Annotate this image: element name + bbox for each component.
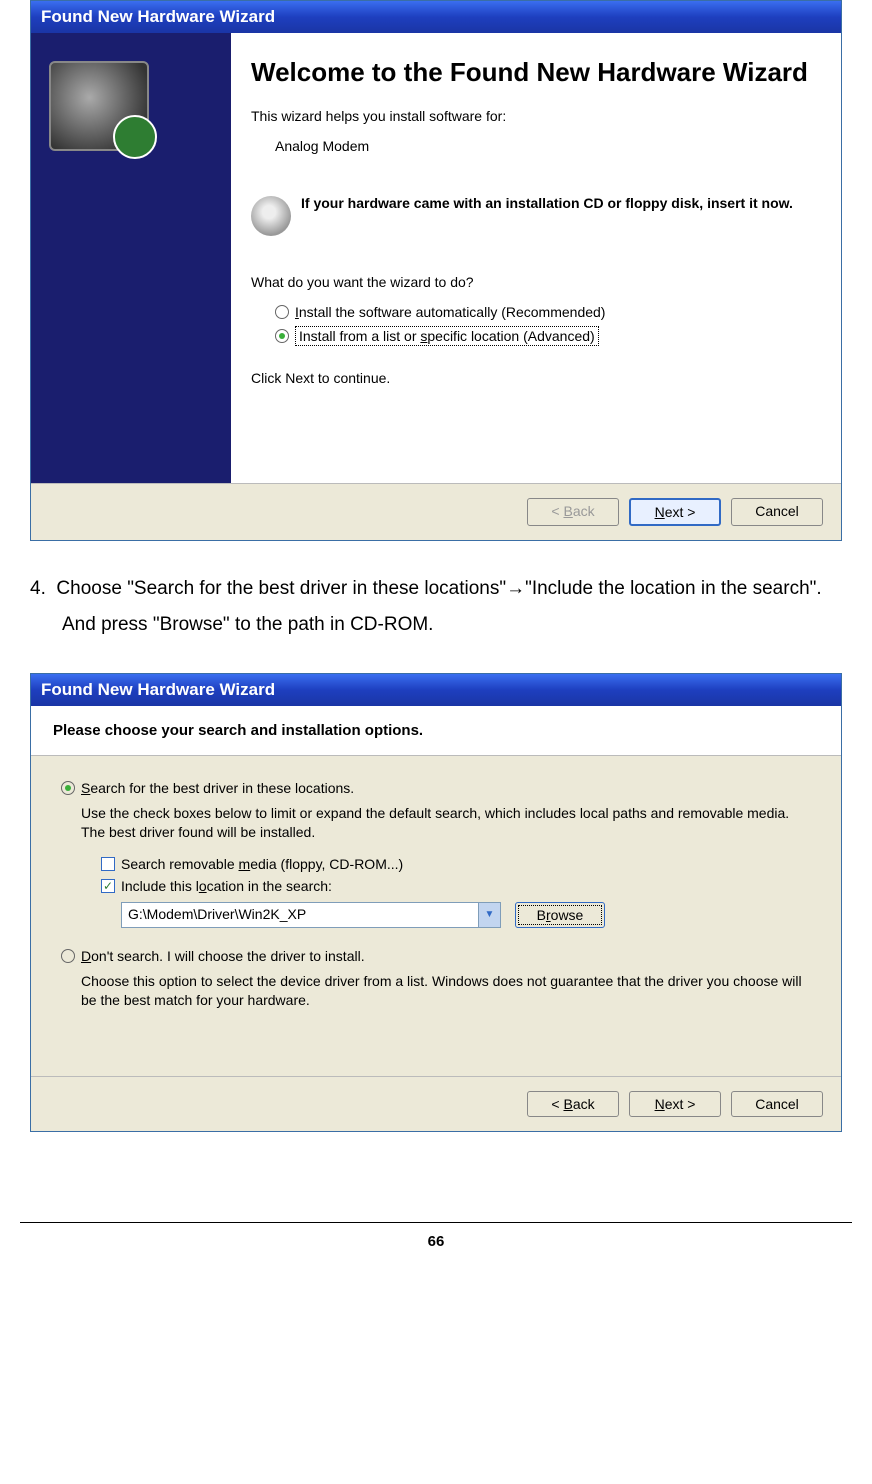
location-path[interactable]: G:\Modem\Driver\Win2K_XP	[122, 903, 478, 927]
wizard-sidebar	[31, 33, 231, 483]
wizard-dialog-welcome: Found New Hardware Wizard Welcome to the…	[30, 0, 842, 541]
next-button[interactable]: Next >	[629, 1091, 721, 1117]
wizard-heading: Welcome to the Found New Hardware Wizard	[251, 57, 817, 88]
search-description: Use the check boxes below to limit or ex…	[81, 804, 811, 842]
browse-button[interactable]: Browse	[515, 902, 605, 928]
checkbox-checked-icon	[101, 879, 115, 893]
wizard-subheader: Please choose your search and installati…	[31, 706, 841, 756]
button-row: < Back Next > Cancel	[31, 483, 841, 540]
back-button: < Back	[527, 498, 619, 526]
hardware-icon	[49, 61, 149, 151]
cancel-button[interactable]: Cancel	[731, 1091, 823, 1117]
chevron-down-icon: ▼	[485, 909, 495, 920]
radio-dont-search[interactable]: Don't search. I will choose the driver t…	[61, 948, 811, 964]
instruction-step-4: 4. Choose "Search for the best driver in…	[30, 571, 842, 643]
radio-icon	[275, 305, 289, 319]
dropdown-button[interactable]: ▼	[478, 903, 500, 927]
window-title: Found New Hardware Wizard	[41, 7, 275, 26]
checkbox-removable-media[interactable]: Search removable media (floppy, CD-ROM..…	[101, 856, 811, 872]
dont-search-description: Choose this option to select the device …	[81, 972, 811, 1010]
titlebar: Found New Hardware Wizard	[31, 1, 841, 33]
subheader-title: Please choose your search and installati…	[53, 722, 819, 739]
button-row: < Back Next > Cancel	[31, 1076, 841, 1131]
checkbox-unchecked-icon	[101, 857, 115, 871]
radio-label: Search for the best driver in these loca…	[81, 780, 354, 796]
location-combobox[interactable]: G:\Modem\Driver\Win2K_XP ▼	[121, 902, 501, 928]
radio-icon	[61, 949, 75, 963]
cancel-button[interactable]: Cancel	[731, 498, 823, 526]
page-number: 66	[0, 1223, 872, 1260]
cd-note: If your hardware came with an installati…	[301, 194, 793, 212]
continue-text: Click Next to continue.	[251, 370, 817, 386]
wizard-dialog-search-options: Found New Hardware Wizard Please choose …	[30, 673, 842, 1132]
titlebar: Found New Hardware Wizard	[31, 674, 841, 706]
back-button[interactable]: < Back	[527, 1091, 619, 1117]
radio-icon-selected	[275, 329, 289, 343]
cd-icon	[251, 196, 291, 236]
checkbox-include-location[interactable]: Include this location in the search:	[101, 878, 811, 894]
step-number: 4.	[30, 578, 46, 599]
radio-label: IInstall the software automatically (Rec…	[295, 304, 605, 320]
window-title: Found New Hardware Wizard	[41, 680, 275, 699]
radio-icon-selected	[61, 781, 75, 795]
checkbox-label: Include this location in the search:	[121, 878, 332, 894]
radio-label: Don't search. I will choose the driver t…	[81, 948, 365, 964]
checkbox-label: Search removable media (floppy, CD-ROM..…	[121, 856, 403, 872]
step-text: Choose "Search for the best driver in th…	[56, 578, 821, 635]
radio-auto-install[interactable]: IInstall the software automatically (Rec…	[275, 304, 817, 320]
intro-text: This wizard helps you install software f…	[251, 108, 817, 124]
next-button[interactable]: Next >	[629, 498, 721, 526]
radio-specific-location[interactable]: Install from a list or specific location…	[275, 326, 817, 346]
device-name: Analog Modem	[275, 138, 817, 154]
radio-search-locations[interactable]: Search for the best driver in these loca…	[61, 780, 811, 796]
radio-label: Install from a list or specific location…	[295, 326, 599, 346]
prompt-text: What do you want the wizard to do?	[251, 274, 817, 290]
